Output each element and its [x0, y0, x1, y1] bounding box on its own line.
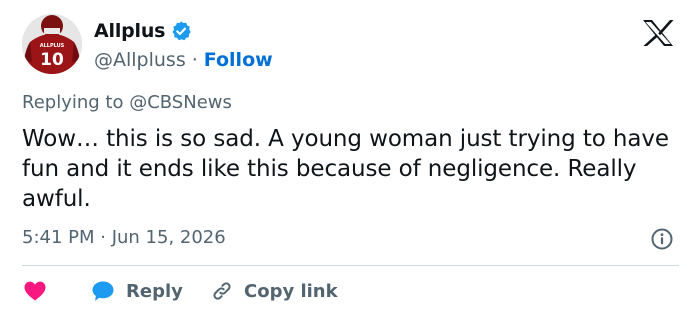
author-handle-row: @Allpluss · Follow [94, 47, 273, 73]
avatar-jersey-number: 10 [40, 50, 64, 70]
author-handle[interactable]: @Allpluss [94, 49, 186, 71]
copy-link-label: Copy link [244, 280, 338, 302]
x-logo-icon[interactable] [637, 18, 679, 48]
link-icon [210, 279, 234, 303]
tweet-actions: Reply Copy link [22, 276, 338, 306]
divider [22, 265, 679, 266]
follow-button[interactable]: Follow [204, 49, 273, 71]
tweet-text: Wow… this is so sad. A young woman just … [22, 126, 669, 212]
author-display-name[interactable]: Allplus [94, 20, 165, 42]
avatar-image: ALLPLUS 10 [22, 14, 82, 74]
avatar[interactable]: ALLPLUS 10 [22, 14, 82, 74]
reply-button[interactable]: Reply [90, 279, 210, 303]
reply-bubble-icon [90, 279, 116, 303]
copy-link-button[interactable]: Copy link [210, 279, 338, 303]
author-name-row: Allplus [94, 17, 192, 45]
info-icon[interactable] [650, 227, 674, 251]
separator-dot: · [191, 49, 198, 71]
tweet-timestamp[interactable]: 5:41 PM · Jun 15, 2026 [22, 227, 226, 248]
like-button[interactable] [22, 279, 90, 303]
avatar-jersey-text: ALLPLUS [40, 43, 65, 49]
replying-to-text[interactable]: Replying to @CBSNews [22, 92, 232, 113]
heart-icon [22, 279, 48, 303]
tweet-card: ALLPLUS 10 Allplus @Allpluss · Follow Re… [0, 0, 700, 318]
reply-label: Reply [126, 280, 183, 302]
verified-badge-icon [170, 20, 192, 42]
